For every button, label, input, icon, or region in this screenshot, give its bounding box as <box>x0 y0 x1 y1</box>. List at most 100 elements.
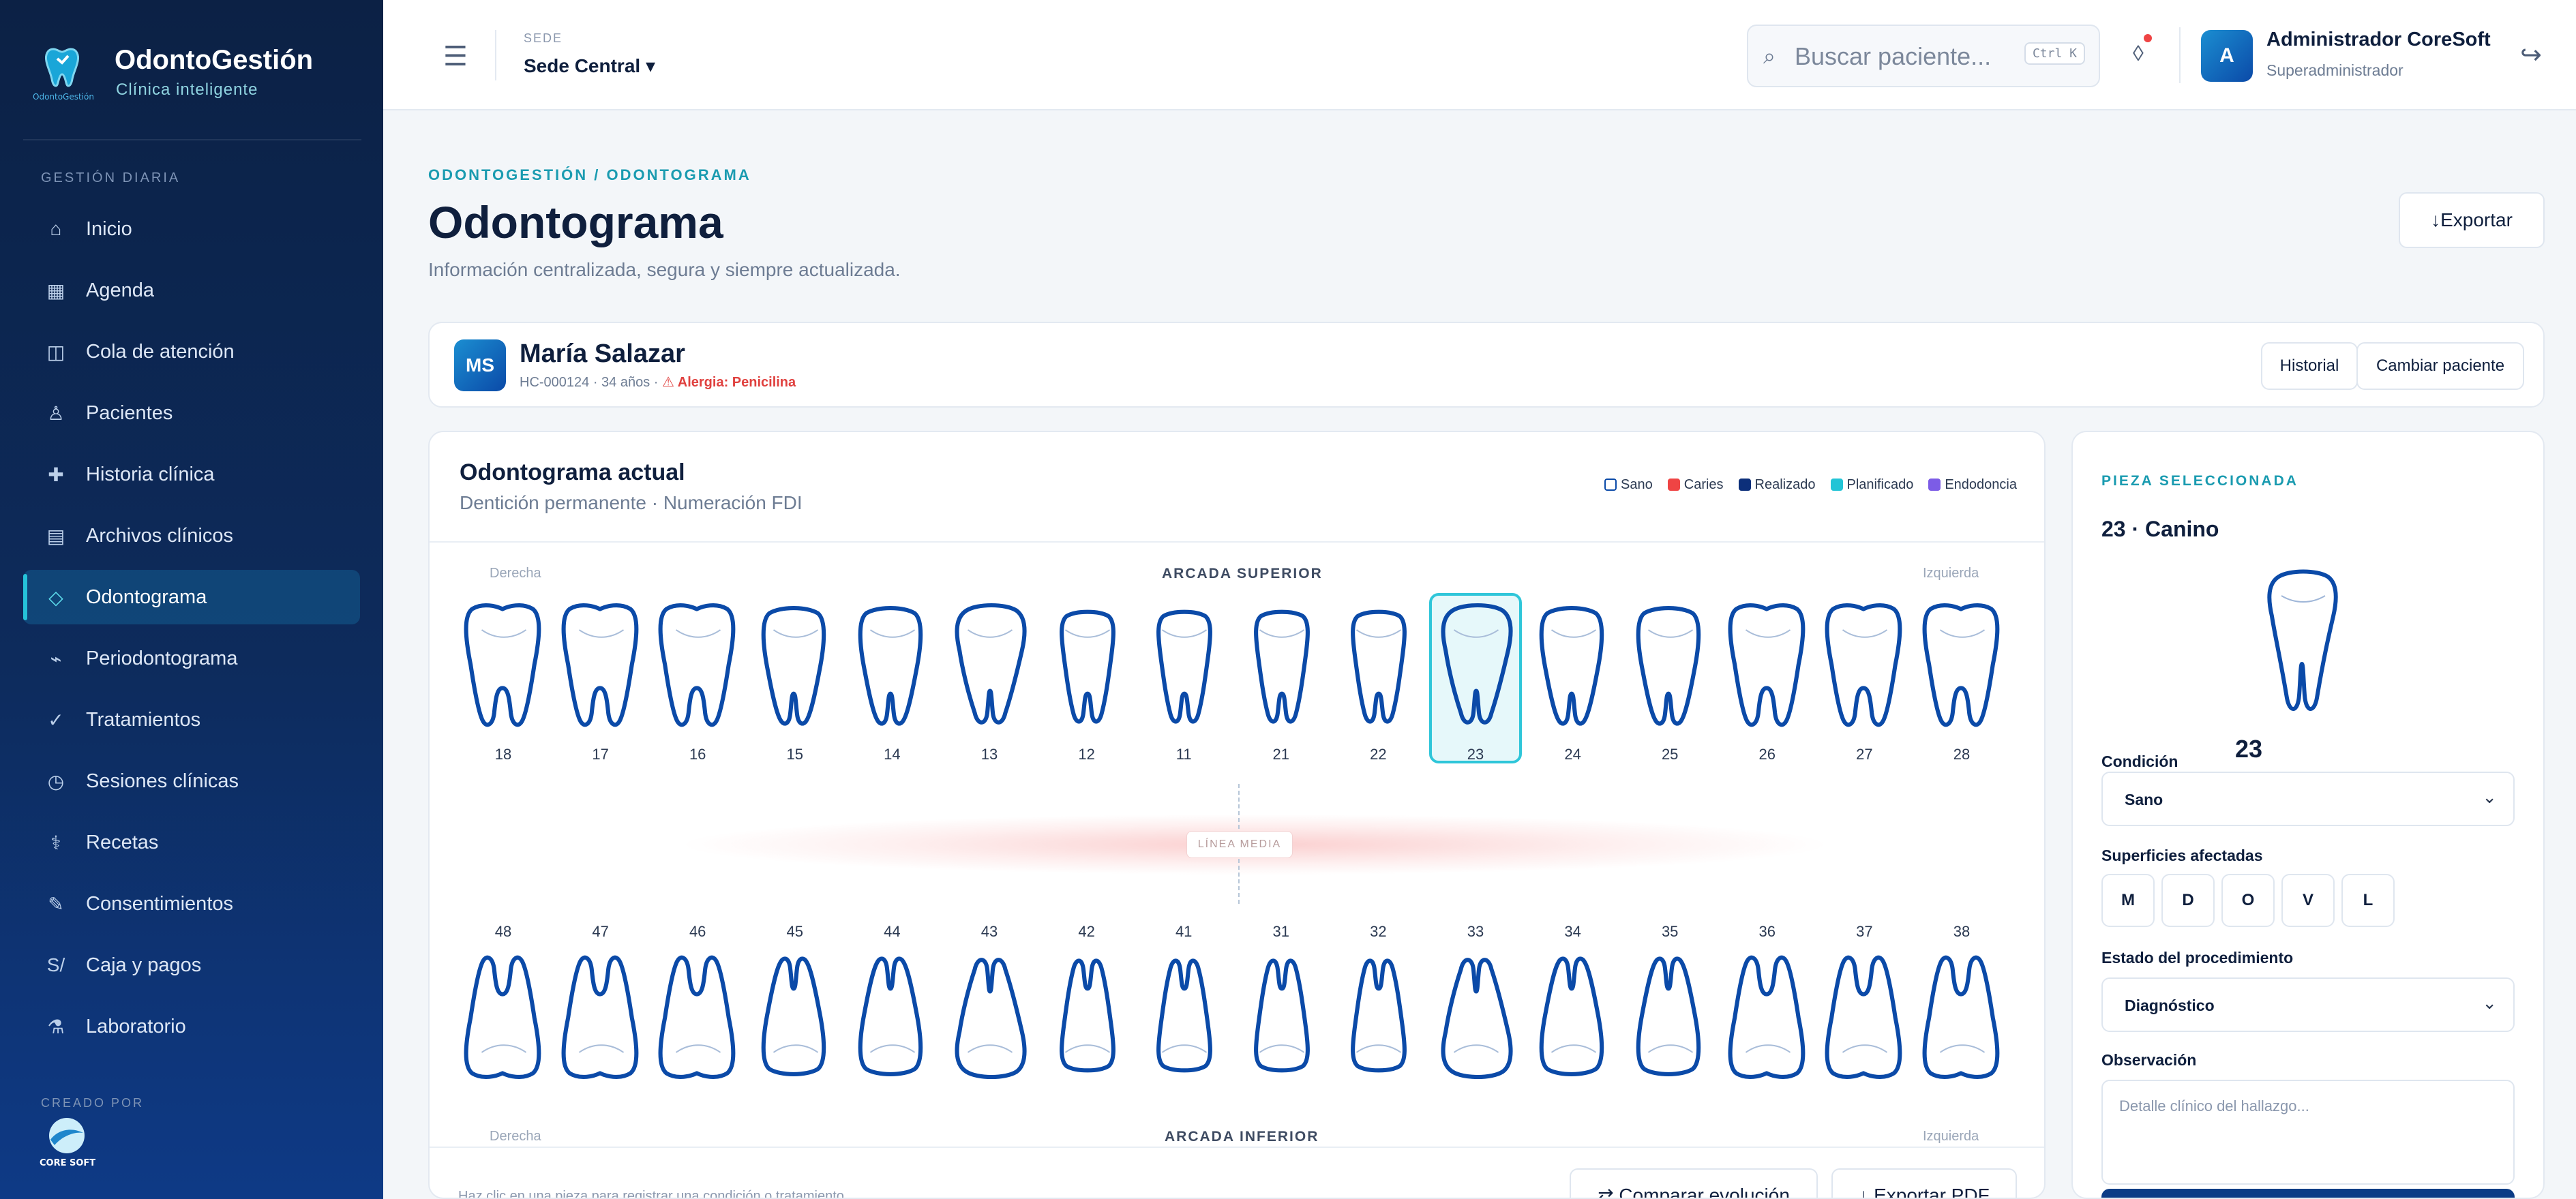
lower-left-label: Izquierda <box>1923 1129 1979 1144</box>
sidebar-item-cola-de-atencion[interactable]: ◫ Cola de atención <box>23 324 360 379</box>
search-box[interactable]: ⌕ Buscar paciente... Ctrl K <box>1747 25 2100 87</box>
observation-textarea[interactable]: Detalle clínico del hallazgo... <box>2101 1080 2515 1185</box>
tooth-11[interactable]: 11 <box>1140 600 1227 768</box>
tooth-37[interactable]: 37 <box>1821 923 1908 1091</box>
upper-right-label: Derecha <box>490 566 541 581</box>
upper-left-label: Izquierda <box>1923 566 1979 581</box>
tooth-38[interactable]: 38 <box>1918 923 2005 1091</box>
sidebar-item-label: Tratamientos <box>86 708 201 731</box>
history-button[interactable]: Historial <box>2261 342 2358 390</box>
tooth-32[interactable]: 32 <box>1334 923 1422 1091</box>
legend-label: Planificado <box>1846 477 1914 492</box>
sidebar-item-sesiones-clinicas[interactable]: ◷ Sesiones clínicas <box>23 754 360 808</box>
tooth-shape-icon <box>1059 609 1115 724</box>
flask-icon: ⚗ <box>47 1016 65 1037</box>
tooth-42[interactable]: 42 <box>1043 923 1130 1091</box>
tooth-26[interactable]: 26 <box>1724 600 1811 768</box>
export-button[interactable]: ↓Exportar <box>2399 192 2545 248</box>
tooth-18[interactable]: 18 <box>460 600 547 768</box>
condition-select[interactable]: Sano ⌄ <box>2101 772 2515 826</box>
compare-evolution-button[interactable]: ⇄ Comparar evolución <box>1570 1168 1818 1198</box>
svg-text:OdontoGestión: OdontoGestión <box>33 92 94 102</box>
save-button[interactable] <box>2101 1189 2515 1198</box>
surface-button-m[interactable]: M <box>2101 874 2155 927</box>
change-patient-button[interactable]: Cambiar paciente <box>2356 342 2524 390</box>
brand[interactable]: OdontoGestión OdontoGestión Clínica inte… <box>33 42 353 104</box>
breadcrumb: ODONTOGESTIÓN / ODONTOGRAMA <box>428 166 751 183</box>
tooth-22[interactable]: 22 <box>1334 600 1422 768</box>
search-input[interactable]: Buscar paciente... <box>1795 42 1991 71</box>
tooth-36[interactable]: 36 <box>1724 923 1811 1091</box>
surface-button-d[interactable]: D <box>2161 874 2215 927</box>
menu-toggle-icon[interactable]: ☰ <box>443 41 468 72</box>
tooth-shape-icon <box>1253 609 1310 724</box>
tooth-45[interactable]: 45 <box>751 923 839 1091</box>
tooth-21[interactable]: 21 <box>1238 600 1325 768</box>
tooth-shape-icon <box>1156 958 1213 1073</box>
tooth-35[interactable]: 35 <box>1626 923 1713 1091</box>
allergy-badge: ⚠ Alergia: Penicilina <box>662 375 796 390</box>
surface-button-o[interactable]: O <box>2221 874 2275 927</box>
tooth-12[interactable]: 12 <box>1043 600 1130 768</box>
tooth-46[interactable]: 46 <box>654 923 741 1091</box>
tooth-24[interactable]: 24 <box>1529 600 1617 768</box>
sidebar-item-caja-y-pagos[interactable]: S/Caja y pagos <box>23 938 360 992</box>
tooth-15[interactable]: 15 <box>751 600 839 768</box>
sidebar-item-label: Pacientes <box>86 401 173 424</box>
legend-item: Planificado <box>1830 477 1914 493</box>
pulse-icon: ⌁ <box>50 648 62 669</box>
sidebar-item-tratamientos[interactable]: ✓ Tratamientos <box>23 693 360 747</box>
tooth-47[interactable]: 47 <box>557 923 644 1091</box>
tooth-16[interactable]: 16 <box>654 600 741 768</box>
tooth-number: 48 <box>494 923 512 940</box>
sidebar-item-recetas[interactable]: ⚕ Recetas <box>23 815 360 870</box>
selected-section-label: PIEZA SELECCIONADA <box>2101 473 2298 489</box>
logout-icon[interactable]: ↪ <box>2520 40 2542 70</box>
pill-icon: ⚕ <box>50 832 61 853</box>
surface-button-l[interactable]: L <box>2341 874 2395 927</box>
sidebar-section-label: GESTIÓN DIARIA <box>41 170 181 185</box>
tooth-44[interactable]: 44 <box>848 923 935 1091</box>
notification-icon[interactable]: ◊ <box>2133 41 2144 66</box>
tooth-shape-icon <box>1539 956 1604 1076</box>
export-pdf-button[interactable]: ↓ Exportar PDF <box>1831 1168 2017 1198</box>
tooth-14[interactable]: 14 <box>848 600 935 768</box>
patient-avatar: MS <box>454 339 506 391</box>
odontogram-title: Odontograma actual <box>460 459 685 485</box>
procedure-value: Diagnóstico <box>2125 997 2215 1014</box>
tooth-13[interactable]: 13 <box>946 600 1033 768</box>
tooth-28[interactable]: 28 <box>1918 600 2005 768</box>
sidebar-item-archivos-clinicos[interactable]: ▤ Archivos clínicos <box>23 509 360 563</box>
sidebar-item-inicio[interactable]: ⌂ Inicio <box>23 202 360 256</box>
tooth-shape-icon <box>1825 955 1902 1080</box>
sede-selector[interactable]: Sede Central ▾ <box>524 55 655 77</box>
tooth-31[interactable]: 31 <box>1238 923 1325 1091</box>
tooth-shape-icon <box>955 958 1027 1079</box>
sidebar-item-historia-clinica[interactable]: ✚ Historia clínica <box>23 447 360 502</box>
tooth-25[interactable]: 25 <box>1626 600 1713 768</box>
clock-icon: ◷ <box>47 770 65 792</box>
tooth-17[interactable]: 17 <box>557 600 644 768</box>
sidebar: OdontoGestión OdontoGestión Clínica inte… <box>0 0 383 1199</box>
tooth-27[interactable]: 27 <box>1821 600 1908 768</box>
tooth-shape-icon <box>1922 955 2000 1080</box>
tooth-41[interactable]: 41 <box>1140 923 1227 1091</box>
tooth-43[interactable]: 43 <box>946 923 1033 1091</box>
tooth-shape-icon <box>561 955 638 1080</box>
tooth-34[interactable]: 34 <box>1529 923 1617 1091</box>
sidebar-item-laboratorio[interactable]: ⚗ Laboratorio <box>23 999 360 1054</box>
sidebar-item-periodontograma[interactable]: ⌁ Periodontograma <box>23 631 360 686</box>
surface-button-v[interactable]: V <box>2281 874 2335 927</box>
sidebar-item-pacientes[interactable]: ♙ Pacientes <box>23 386 360 440</box>
tooth-23[interactable]: 23 <box>1429 593 1522 768</box>
tooth-33[interactable]: 33 <box>1432 923 1519 1091</box>
legend-item: Realizado <box>1738 477 1816 493</box>
tooth-number: 45 <box>786 923 804 940</box>
sidebar-item-agenda[interactable]: ▦ Agenda <box>23 263 360 318</box>
tooth-number: 31 <box>1272 923 1290 940</box>
sidebar-item-consentimientos[interactable]: ✎ Consentimientos <box>23 877 360 931</box>
user-avatar[interactable]: A <box>2201 30 2253 82</box>
tooth-48[interactable]: 48 <box>460 923 547 1091</box>
sidebar-item-odontograma[interactable]: ◇ Odontograma <box>23 570 360 624</box>
procedure-select[interactable]: Diagnóstico ⌄ <box>2101 977 2515 1032</box>
